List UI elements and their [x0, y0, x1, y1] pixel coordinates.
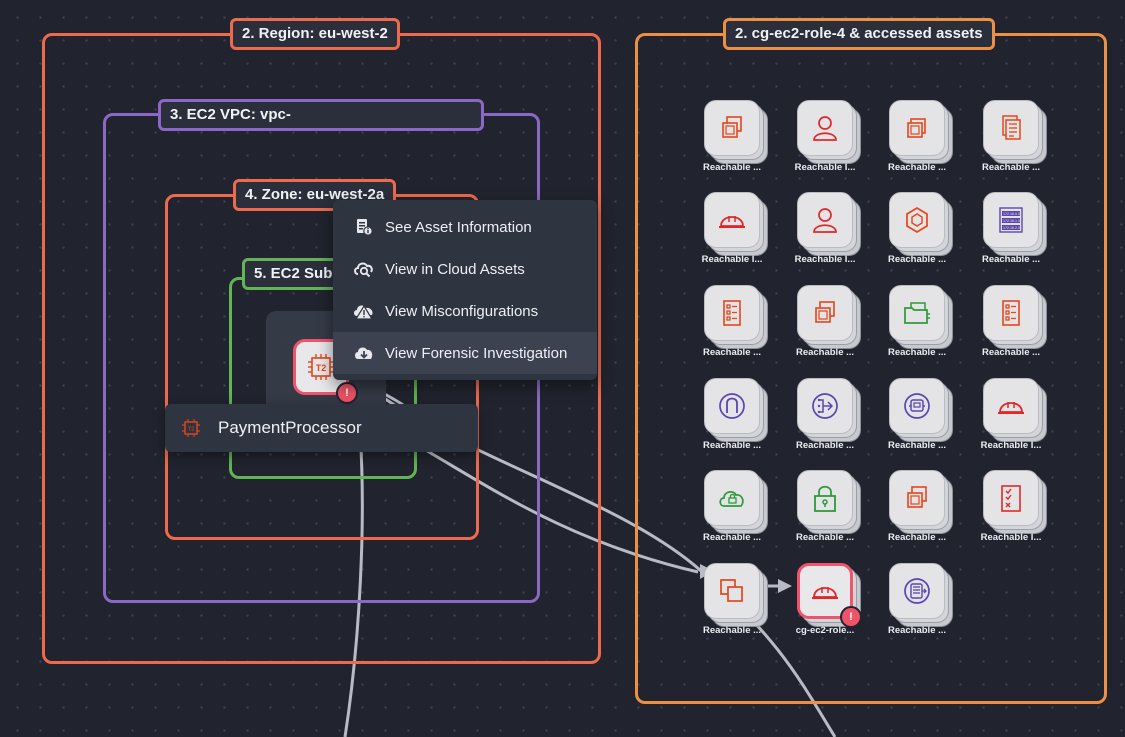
instance-name: PaymentProcessor	[218, 418, 362, 437]
asset-node[interactable]	[704, 285, 760, 341]
menu-item-label: View in Cloud Assets	[385, 260, 525, 278]
asset-label: Reachable ...	[702, 532, 762, 543]
ec2-chip-icon: T2	[182, 419, 200, 437]
copy-icon	[720, 579, 743, 602]
svg-text:172.16.1.0: 172.16.1.0	[1003, 219, 1020, 223]
menu-item-view-in-cloud-assets[interactable]: View in Cloud Assets	[333, 248, 597, 290]
svg-text:T2: T2	[188, 427, 194, 433]
svg-text:172.16.0.0: 172.16.0.0	[1003, 212, 1020, 216]
asset-info-icon	[353, 218, 375, 236]
asset-label: Reachable ...	[795, 347, 855, 358]
asset-node[interactable]	[797, 470, 853, 526]
router-icon	[812, 393, 838, 419]
ec2-instances-icon	[722, 116, 742, 138]
context-menu: See Asset Information View in Cloud Asse…	[333, 200, 597, 380]
gateway-icon	[719, 393, 745, 419]
asset-node[interactable]	[797, 192, 853, 248]
svg-text:172.16.2.0: 172.16.2.0	[1003, 226, 1020, 230]
asset-label: Reachable ...	[702, 625, 762, 636]
asset-label: Reachable ...	[702, 162, 762, 173]
asset-node[interactable]	[889, 378, 945, 434]
cloud-download-icon	[353, 344, 375, 362]
menu-item-view-forensic-investigation[interactable]: View Forensic Investigation	[333, 332, 597, 374]
asset-label: Reachable ...	[887, 532, 947, 543]
asset-node[interactable]	[889, 285, 945, 341]
menu-item-label: View Misconfigurations	[385, 302, 539, 320]
user-icon	[813, 116, 837, 141]
asset-label: Reachable I...	[794, 162, 856, 173]
asset-label: Reachable I...	[980, 532, 1042, 543]
list-doc-icon	[1002, 300, 1020, 326]
asset-node[interactable]	[889, 563, 945, 619]
asset-label: Reachable ...	[887, 347, 947, 358]
hardhat-icon	[719, 216, 745, 228]
asset-label: Reachable ...	[887, 440, 947, 451]
asset-node[interactable]	[889, 192, 945, 248]
menu-item-label: View Forensic Investigation	[385, 344, 568, 362]
asset-alert-badge[interactable]: !	[840, 606, 862, 628]
asset-node[interactable]	[983, 100, 1039, 156]
cloud-lock-icon	[719, 491, 744, 507]
region-label[interactable]: 2. Region: eu-west-2	[230, 18, 400, 50]
user-icon	[813, 208, 837, 233]
asset-node[interactable]	[797, 378, 853, 434]
asset-label: Reachable ...	[702, 440, 762, 451]
ec2-instances-icon	[815, 301, 835, 323]
asset-label: Reachable ...	[981, 162, 1041, 173]
hexagon-icon	[906, 207, 928, 233]
asset-node[interactable]	[704, 192, 760, 248]
checklist-icon	[1001, 485, 1021, 512]
asset-node[interactable]	[797, 100, 853, 156]
asset-label: Reachable I...	[980, 440, 1042, 451]
asset-node[interactable]	[704, 470, 760, 526]
asset-node[interactable]	[983, 378, 1039, 434]
asset-label: Reachable ...	[981, 254, 1041, 265]
ip-list-icon: 172.16.0.0 172.16.1.0 172.16.2.0	[999, 207, 1023, 233]
menu-item-label: See Asset Information	[385, 218, 532, 236]
hardhat-icon	[998, 402, 1024, 414]
instance-type-text: T2	[316, 363, 327, 373]
instance-tooltip: T2 PaymentProcessor	[165, 404, 478, 452]
asset-label: Reachable ...	[795, 532, 855, 543]
warning-triangle-icon	[353, 302, 375, 320]
asset-node[interactable]	[704, 378, 760, 434]
folder-icon	[904, 302, 930, 324]
asset-label: Reachable ...	[795, 440, 855, 451]
asset-node[interactable]	[889, 100, 945, 156]
asset-node[interactable]	[704, 563, 760, 619]
queue-icon	[904, 578, 930, 604]
asset-node[interactable]	[797, 285, 853, 341]
asset-node[interactable]: 172.16.0.0 172.16.1.0 172.16.2.0	[983, 192, 1039, 248]
list-doc-icon	[723, 300, 741, 326]
ec2-instances-icon	[907, 486, 927, 508]
asset-label: Reachable ...	[887, 625, 947, 636]
asset-label: Reachable I...	[701, 254, 763, 265]
padlock-icon	[814, 485, 836, 512]
hardhat-icon	[812, 587, 838, 599]
documents-icon	[1002, 115, 1021, 140]
instance-alert-badge[interactable]: !	[336, 382, 358, 404]
asset-label: Reachable ...	[981, 347, 1041, 358]
cloud-search-icon	[353, 260, 375, 278]
asset-node[interactable]	[983, 470, 1039, 526]
asset-node[interactable]	[704, 100, 760, 156]
menu-item-view-misconfigurations[interactable]: View Misconfigurations	[333, 290, 597, 332]
asset-label: Reachable ...	[702, 347, 762, 358]
asset-node[interactable]	[983, 285, 1039, 341]
ec2-instance-icon	[907, 118, 926, 138]
menu-item-see-asset-information[interactable]: See Asset Information	[333, 206, 597, 248]
asset-node[interactable]	[889, 470, 945, 526]
asset-label: Reachable I...	[794, 254, 856, 265]
endpoint-icon	[904, 393, 930, 419]
asset-label: Reachable ...	[887, 254, 947, 265]
assets-group-label[interactable]: 2. cg-ec2-role-4 & accessed assets	[723, 18, 995, 50]
vpc-label[interactable]: 3. EC2 VPC: vpc-	[158, 99, 484, 131]
asset-label: Reachable ...	[887, 162, 947, 173]
